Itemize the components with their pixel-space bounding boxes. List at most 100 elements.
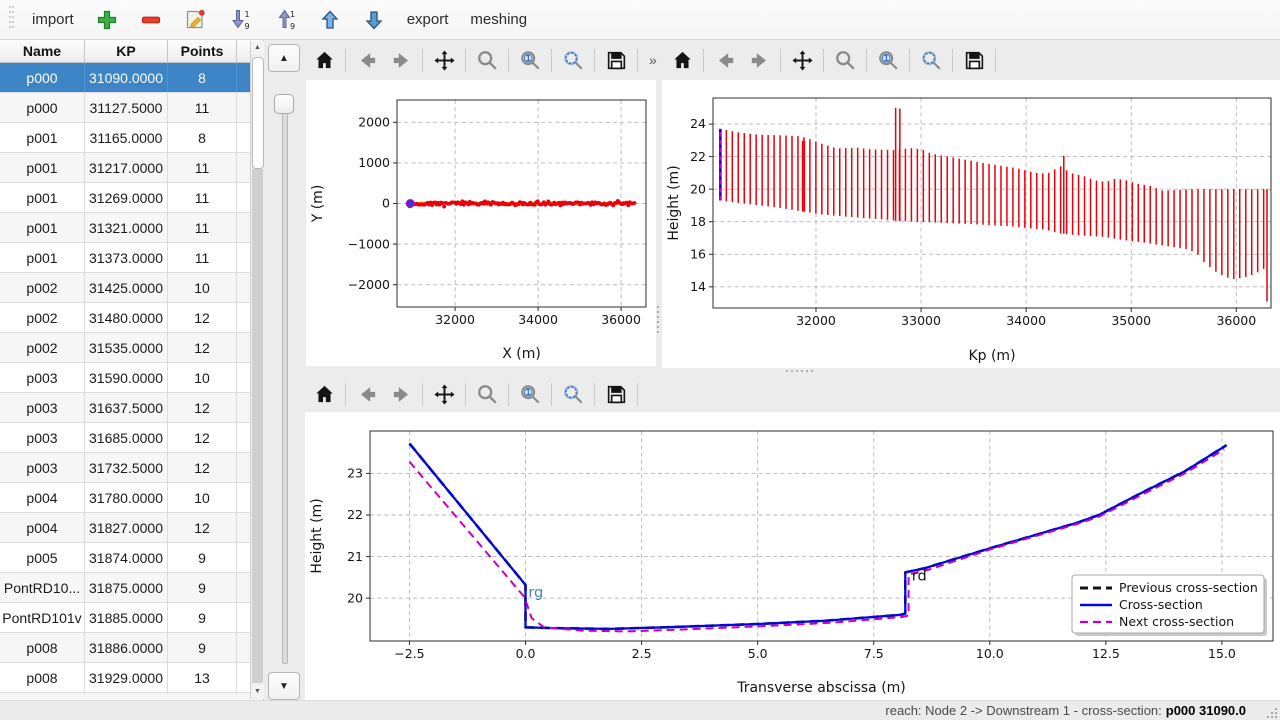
nav-zoom-button[interactable] (471, 46, 503, 74)
table-row[interactable]: p00131165.00008 (0, 123, 263, 153)
table-row[interactable]: p00331590.000010 (0, 363, 263, 393)
import-button[interactable]: import (23, 8, 83, 31)
cross-section-plot[interactable]: −2.50.02.55.07.510.012.515.020212223Tran… (305, 412, 1280, 700)
row-points-cell: 9 (168, 633, 237, 662)
section-slider-groove[interactable] (282, 112, 288, 664)
meshing-button[interactable]: meshing (461, 8, 536, 31)
zoom-rect-icon (562, 49, 585, 72)
nav-pan-button[interactable] (428, 46, 460, 74)
toolbar-separator (465, 49, 466, 72)
nav-back-button[interactable] (351, 380, 383, 408)
table-row[interactable]: p00331732.500012 (0, 453, 263, 483)
column-header-points[interactable]: Points (168, 40, 237, 62)
row-kp-cell: 31373.0000 (85, 243, 168, 272)
nav-save-button[interactable] (958, 46, 990, 74)
nav-forward-button[interactable] (385, 380, 417, 408)
table-row[interactable]: p00431780.000010 (0, 483, 263, 513)
table-scroll-down-arrow[interactable]: ▼ (251, 685, 264, 698)
svg-text:2000: 2000 (358, 115, 390, 130)
column-header-name[interactable]: Name (0, 40, 85, 62)
table-row[interactable]: p00531874.00009 (0, 543, 263, 573)
resize-grip[interactable] (1266, 707, 1278, 719)
table-row[interactable]: p00831886.00009 (0, 633, 263, 663)
row-kp-cell: 31875.0000 (85, 573, 168, 602)
table-row-partial (0, 693, 263, 700)
edit-cross-section-button[interactable] (175, 5, 216, 34)
column-header-kp[interactable]: KP (85, 40, 168, 62)
nav-zoom-rect-button[interactable] (557, 380, 589, 408)
toolbar-overflow-chevron[interactable]: » (643, 52, 663, 68)
nav-zoom-button[interactable] (471, 380, 503, 408)
section-slider-thumb[interactable] (274, 94, 294, 114)
table-row[interactable]: p00131373.000011 (0, 243, 263, 273)
table-row[interactable]: p00431827.000012 (0, 513, 263, 543)
sort-ascending-button[interactable]: 1 9 (265, 5, 306, 34)
nav-back-button[interactable] (351, 46, 383, 74)
table-scrollbar-thumb[interactable] (252, 57, 264, 169)
toolbar-separator (465, 383, 466, 406)
nav-zoom-button[interactable] (829, 46, 861, 74)
row-points-cell: 10 (168, 363, 237, 392)
export-button[interactable]: export (398, 8, 458, 31)
table-row[interactable]: p00831929.000013 (0, 663, 263, 693)
back-icon (356, 383, 379, 406)
table-row[interactable]: p00131269.000011 (0, 183, 263, 213)
toolbar-drag-handle[interactable] (4, 4, 19, 35)
vertical-splitter-handle[interactable] (657, 306, 659, 333)
nav-zoom-original-button[interactable]: 1 (514, 380, 546, 408)
table-row[interactable]: p00331685.000012 (0, 423, 263, 453)
forward-icon (390, 49, 413, 72)
nav-back-button[interactable] (709, 46, 741, 74)
toolbar-separator (422, 383, 423, 406)
svg-text:15.0: 15.0 (1208, 646, 1236, 661)
nav-zoom-original-button[interactable]: 1 (514, 46, 546, 74)
sort-descending-button[interactable]: 1 9 (220, 5, 261, 34)
nav-home-button[interactable] (308, 46, 340, 74)
add-cross-section-button[interactable] (87, 6, 127, 34)
nav-zoom-rect-button[interactable] (557, 46, 589, 74)
nav-save-button[interactable] (600, 46, 632, 74)
table-scroll-up-arrow[interactable]: ▲ (251, 41, 264, 54)
plan-view-plot[interactable]: 320003400036000−2000−1000010002000X (m)Y… (306, 80, 656, 366)
zoom-original-icon: 1 (877, 49, 900, 72)
nav-save-button[interactable] (600, 380, 632, 408)
table-scrollbar-track[interactable] (252, 169, 263, 683)
table-row[interactable]: PontRD101v31885.00009 (0, 603, 263, 633)
nav-zoom-rect-button[interactable] (915, 46, 947, 74)
nav-forward-button[interactable] (385, 46, 417, 74)
forward-icon (748, 49, 771, 72)
table-row[interactable]: PontRD10...31875.00009 (0, 573, 263, 603)
nav-home-button[interactable] (666, 46, 698, 74)
table-row[interactable]: p00031127.500011 (0, 93, 263, 123)
table-row[interactable]: p00131321.000011 (0, 213, 263, 243)
row-kp-cell: 31269.0000 (85, 183, 168, 212)
move-up-button[interactable] (310, 6, 350, 34)
svg-text:−2.5: −2.5 (394, 646, 424, 661)
nav-home-button[interactable] (308, 380, 340, 408)
svg-text:21: 21 (347, 549, 363, 564)
table-row[interactable]: p00131217.000011 (0, 153, 263, 183)
move-down-button[interactable] (354, 6, 394, 34)
longitudinal-profile-plot[interactable]: 3200033000340003500036000141618202224Kp … (662, 80, 1280, 368)
toolbar-separator (909, 49, 910, 72)
table-row[interactable]: p00231480.000012 (0, 303, 263, 333)
section-up-button[interactable]: ▲ (268, 44, 300, 72)
remove-cross-section-button[interactable] (131, 6, 171, 34)
nav-zoom-original-button[interactable]: 1 (872, 46, 904, 74)
nav-pan-button[interactable] (786, 46, 818, 74)
svg-text:18: 18 (690, 214, 706, 229)
table-row[interactable]: p00031090.00008 (0, 63, 263, 93)
row-points-cell: 10 (168, 273, 237, 302)
table-row[interactable]: p00231425.000010 (0, 273, 263, 303)
section-down-button[interactable]: ▼ (268, 672, 300, 700)
table-row[interactable]: p00231535.000012 (0, 333, 263, 363)
row-points-cell: 12 (168, 393, 237, 422)
svg-text:2.5: 2.5 (632, 646, 652, 661)
row-points-cell: 11 (168, 93, 237, 122)
svg-text:9: 9 (290, 22, 295, 31)
nav-pan-button[interactable] (428, 380, 460, 408)
nav-forward-button[interactable] (743, 46, 775, 74)
horizontal-splitter-handle[interactable] (786, 370, 813, 372)
table-scrollbar[interactable]: ▲ ▼ (250, 41, 264, 699)
table-row[interactable]: p00331637.500012 (0, 393, 263, 423)
